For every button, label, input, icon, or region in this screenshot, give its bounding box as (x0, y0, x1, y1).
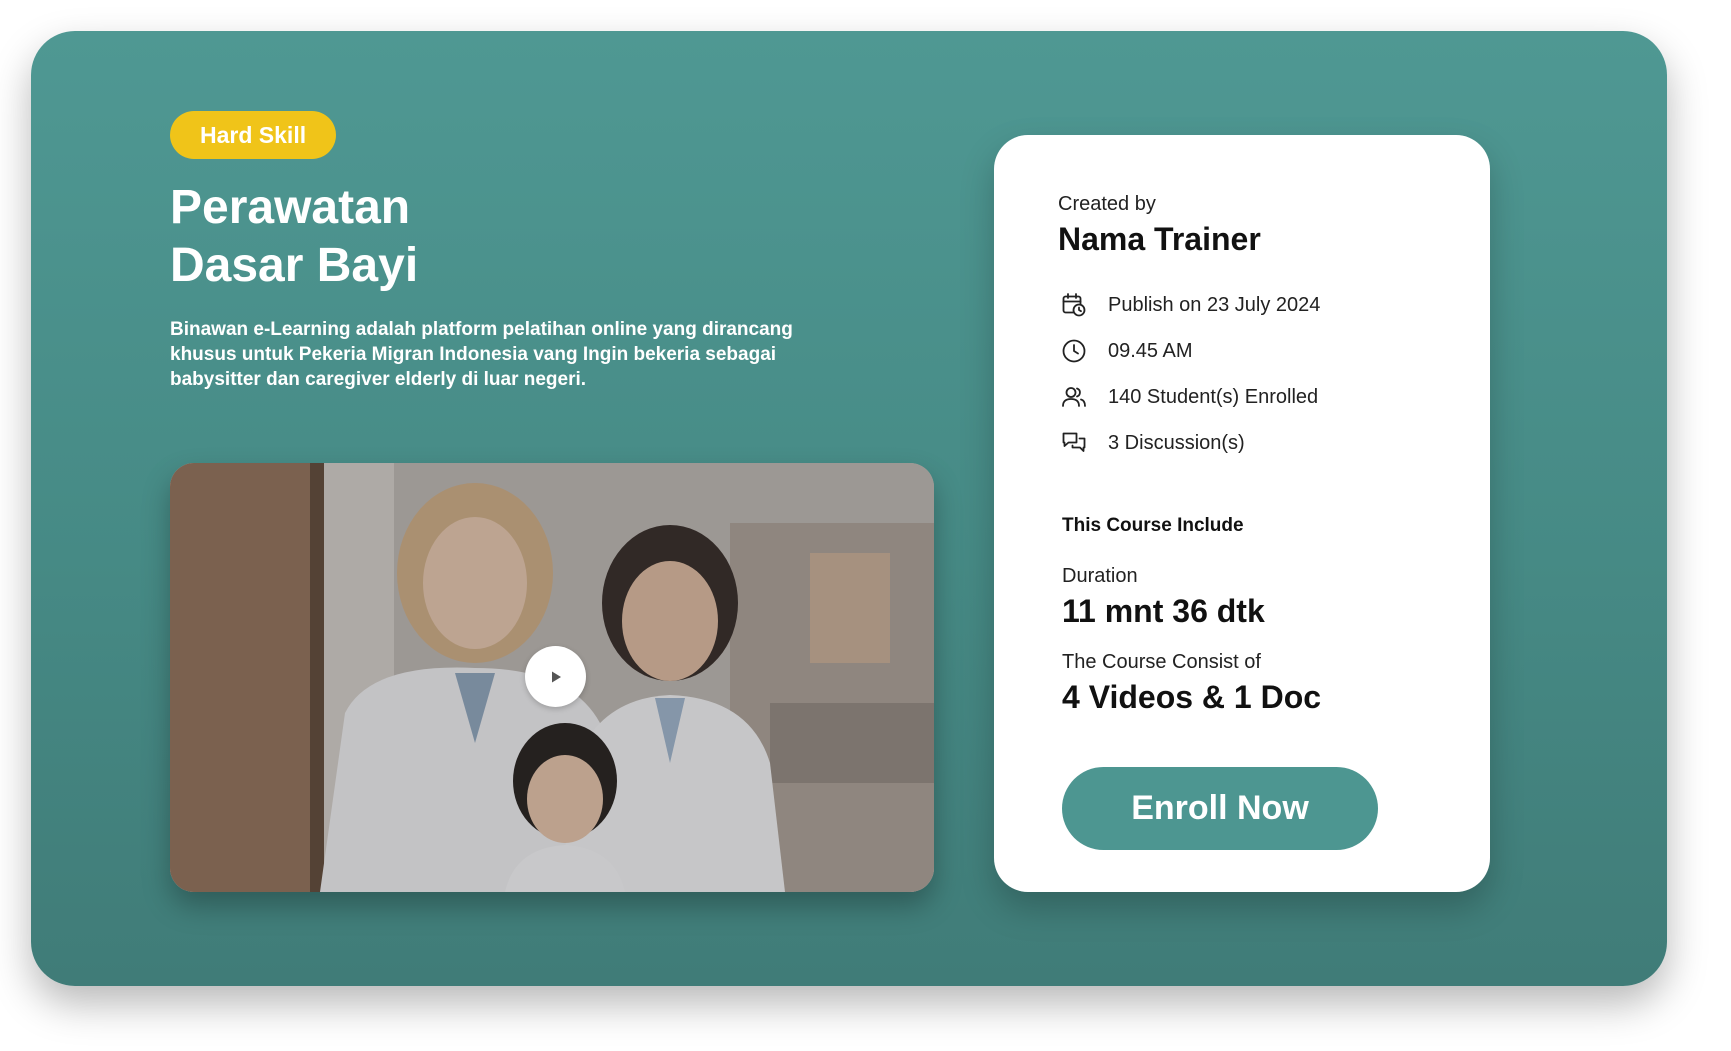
students-enrolled-row: 140 Student(s) Enrolled (1060, 382, 1318, 412)
users-icon (1060, 383, 1088, 411)
course-consist-label: The Course Consist of (1062, 651, 1261, 673)
created-by-label: Created by (1058, 193, 1156, 215)
play-button[interactable] (525, 646, 586, 707)
publish-date-row: Publish on 23 July 2024 (1060, 290, 1320, 320)
clock-icon (1060, 337, 1088, 365)
students-enrolled-text: 140 Student(s) Enrolled (1108, 385, 1319, 408)
category-badge: Hard Skill (170, 111, 337, 159)
course-title-line-2: Dasar Bayi (170, 239, 419, 292)
trainer-name: Nama Trainer (1058, 221, 1261, 257)
course-include-heading: This Course Include (1062, 515, 1244, 536)
course-consist-value: 4 Videos & 1 Doc (1062, 679, 1322, 715)
duration-value: 11 mnt 36 dtk (1062, 593, 1265, 629)
enroll-now-button[interactable]: Enroll Now (1062, 767, 1378, 850)
course-preview-video[interactable] (170, 463, 934, 892)
publish-date-text: Publish on 23 July 2024 (1108, 293, 1321, 316)
course-hero-panel: Hard Skill Perawatan Dasar Bayi Binawan … (31, 31, 1667, 986)
course-info-card: Created by Nama Trainer Publish on 23 Ju… (994, 135, 1490, 892)
play-icon (551, 671, 561, 682)
course-title: Perawatan Dasar Bayi (170, 179, 690, 295)
publish-time-row: 09.45 AM (1060, 336, 1193, 366)
chat-bubbles-icon (1060, 429, 1088, 457)
duration-label: Duration (1062, 565, 1138, 587)
discussions-text: 3 Discussion(s) (1108, 431, 1245, 454)
publish-time-text: 09.45 AM (1108, 339, 1193, 362)
course-title-line-1: Perawatan (170, 181, 411, 234)
calendar-clock-icon (1060, 291, 1088, 319)
course-description: Binawan e-Learning adalah platform pelat… (170, 319, 793, 390)
discussions-row: 3 Discussion(s) (1060, 428, 1245, 458)
